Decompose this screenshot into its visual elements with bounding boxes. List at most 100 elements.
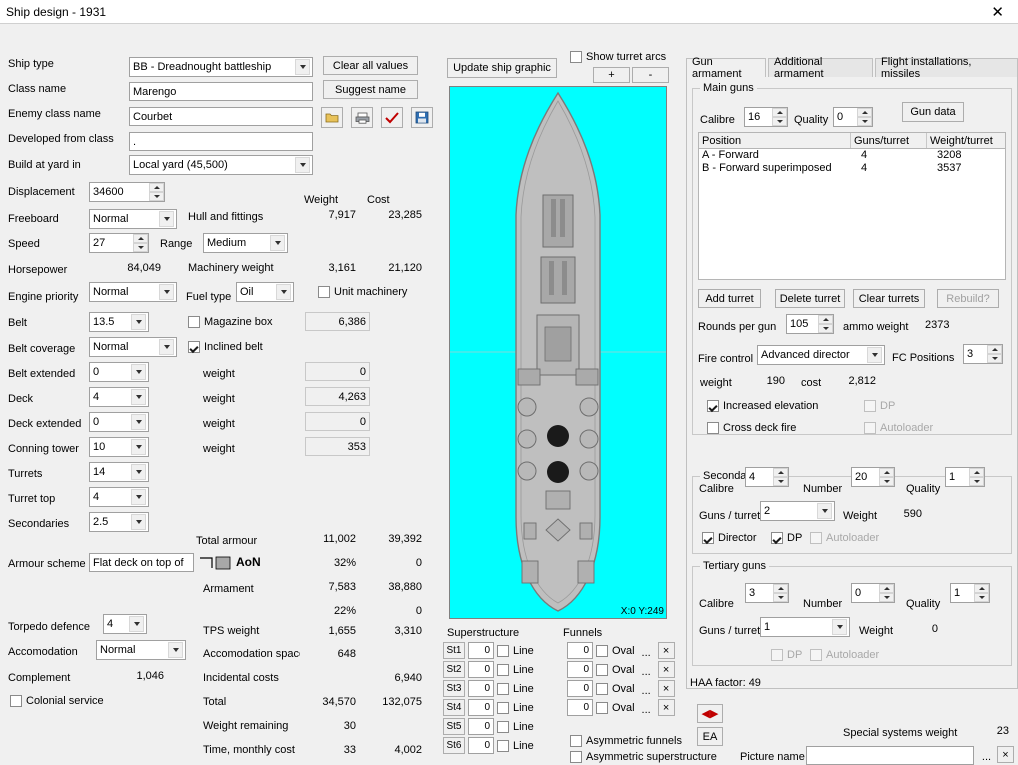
chevron-down-icon[interactable] (276, 284, 291, 300)
table-row[interactable]: A - Forward 4 3208 (699, 149, 1005, 162)
picture-name-input[interactable] (806, 746, 974, 765)
speed-stepper[interactable]: 27 (89, 233, 149, 253)
colonial-service-checkbox[interactable]: Colonial service (10, 695, 104, 707)
torpedo-defence-select[interactable]: 4 (103, 614, 147, 634)
prev-next-icon[interactable]: ◀▶ (697, 704, 723, 723)
funnel-value[interactable]: 0 (567, 680, 593, 697)
spin-down-icon[interactable] (772, 117, 787, 126)
secondary-quality-stepper[interactable]: 1 (945, 467, 985, 487)
st-line-checkbox[interactable]: Line (497, 644, 534, 657)
funnel-value[interactable]: 0 (567, 642, 593, 659)
inclined-belt-checkbox[interactable]: Inclined belt (188, 341, 263, 353)
displacement-spin-buttons[interactable] (149, 183, 164, 201)
spin-up-icon[interactable] (133, 234, 148, 243)
st-line-checkbox[interactable]: Line (497, 739, 534, 752)
funnel-value[interactable]: 0 (567, 661, 593, 678)
chevron-down-icon[interactable] (159, 284, 174, 300)
picture-browse-button[interactable]: ... (978, 746, 995, 763)
spin-up-icon[interactable] (149, 183, 164, 192)
fuel-type-select[interactable]: Oil (236, 282, 294, 302)
chevron-down-icon[interactable] (131, 514, 146, 530)
funnel-more-button[interactable]: ... (637, 680, 655, 697)
spin-up-icon[interactable] (772, 108, 787, 117)
chevron-down-icon[interactable] (131, 364, 146, 380)
st-value[interactable]: 0 (468, 718, 494, 735)
st-value[interactable]: 0 (468, 661, 494, 678)
funnel-more-button[interactable]: ... (637, 699, 655, 716)
belt-select[interactable]: 13.5 (89, 312, 149, 332)
spin-down-icon[interactable] (857, 117, 872, 126)
print-icon[interactable] (351, 107, 373, 128)
update-ship-graphic-button[interactable]: Update ship graphic (447, 58, 557, 78)
st-button[interactable]: St5 (443, 718, 465, 735)
picture-clear-button[interactable]: × (997, 746, 1014, 763)
spin-down-icon[interactable] (773, 593, 788, 602)
ship-graphic-canvas[interactable]: X:0 Y:249 (449, 86, 667, 619)
delete-turret-button[interactable]: Delete turret (775, 289, 845, 308)
col-position[interactable]: Position (699, 133, 851, 148)
chevron-down-icon[interactable] (131, 389, 146, 405)
turret-list[interactable]: Position Guns/turret Weight/turret A - F… (698, 132, 1006, 280)
cross-deck-fire-checkbox[interactable]: Cross deck fire (707, 422, 796, 434)
chevron-down-icon[interactable] (159, 339, 174, 355)
st-value[interactable]: 0 (468, 737, 494, 754)
turret-list-body[interactable]: A - Forward 4 3208 B - Forward superimpo… (698, 149, 1006, 280)
turret-top-select[interactable]: 4 (89, 487, 149, 507)
spin-down-icon[interactable] (879, 593, 894, 602)
zoom-in-button[interactable]: + (593, 67, 630, 83)
main-quality-spin-buttons[interactable] (857, 108, 872, 126)
funnel-delete-button[interactable]: × (657, 661, 675, 678)
displacement-stepper[interactable]: 34600 (89, 182, 165, 202)
unit-machinery-checkbox[interactable]: Unit machinery (318, 286, 407, 298)
funnel-more-button[interactable]: ... (637, 642, 655, 659)
spin-down-icon[interactable] (773, 477, 788, 486)
st-button[interactable]: St4 (443, 699, 465, 716)
belt-extended-select[interactable]: 0 (89, 362, 149, 382)
secondaries-select[interactable]: 2.5 (89, 512, 149, 532)
secondary-calibre-stepper[interactable]: 4 (745, 467, 789, 487)
table-row[interactable]: B - Forward superimposed 4 3537 (699, 162, 1005, 175)
turrets-select[interactable]: 14 (89, 462, 149, 482)
spin-up-icon[interactable] (773, 468, 788, 477)
tertiary-calibre-spin-buttons[interactable] (773, 584, 788, 602)
spin-up-icon[interactable] (857, 108, 872, 117)
chevron-down-icon[interactable] (867, 347, 882, 363)
spin-up-icon[interactable] (974, 584, 989, 593)
col-weight-turret[interactable]: Weight/turret (927, 133, 1005, 148)
main-quality-stepper[interactable]: 0 (833, 107, 873, 127)
chevron-down-icon[interactable] (129, 616, 144, 632)
secondary-number-spin-buttons[interactable] (879, 468, 894, 486)
fc-spin-buttons[interactable] (987, 345, 1002, 363)
main-calibre-stepper[interactable]: 16 (744, 107, 788, 127)
spin-up-icon[interactable] (879, 584, 894, 593)
funnel-oval-checkbox[interactable]: Oval (596, 644, 635, 657)
spin-down-icon[interactable] (149, 192, 164, 201)
tertiary-number-spin-buttons[interactable] (879, 584, 894, 602)
conning-tower-select[interactable]: 10 (89, 437, 149, 457)
chevron-down-icon[interactable] (131, 489, 146, 505)
spin-down-icon[interactable] (987, 354, 1002, 363)
funnel-delete-button[interactable]: × (657, 699, 675, 716)
main-calibre-spin-buttons[interactable] (772, 108, 787, 126)
chevron-down-icon[interactable] (131, 414, 146, 430)
st-button[interactable]: St6 (443, 737, 465, 754)
spin-down-icon[interactable] (133, 243, 148, 252)
fc-positions-stepper[interactable]: 3 (963, 344, 1003, 364)
chevron-down-icon[interactable] (131, 314, 146, 330)
spin-up-icon[interactable] (818, 315, 833, 324)
secondary-guns-per-turret-select[interactable]: 2 (760, 501, 835, 521)
chevron-down-icon[interactable] (131, 464, 146, 480)
funnel-delete-button[interactable]: × (657, 680, 675, 697)
spin-down-icon[interactable] (879, 477, 894, 486)
spin-down-icon[interactable] (969, 477, 984, 486)
st-value[interactable]: 0 (468, 680, 494, 697)
asymmetric-funnels-checkbox[interactable]: Asymmetric funnels (570, 735, 682, 747)
chevron-down-icon[interactable] (295, 59, 310, 75)
armour-scheme-input[interactable]: Flat deck on top of (89, 553, 194, 572)
secondary-number-stepper[interactable]: 20 (851, 467, 895, 487)
funnel-delete-button[interactable]: × (657, 642, 675, 659)
st-button[interactable]: St1 (443, 642, 465, 659)
asymmetric-superstructure-checkbox[interactable]: Asymmetric superstructure (570, 751, 717, 763)
tertiary-calibre-stepper[interactable]: 3 (745, 583, 789, 603)
funnel-oval-checkbox[interactable]: Oval (596, 701, 635, 714)
